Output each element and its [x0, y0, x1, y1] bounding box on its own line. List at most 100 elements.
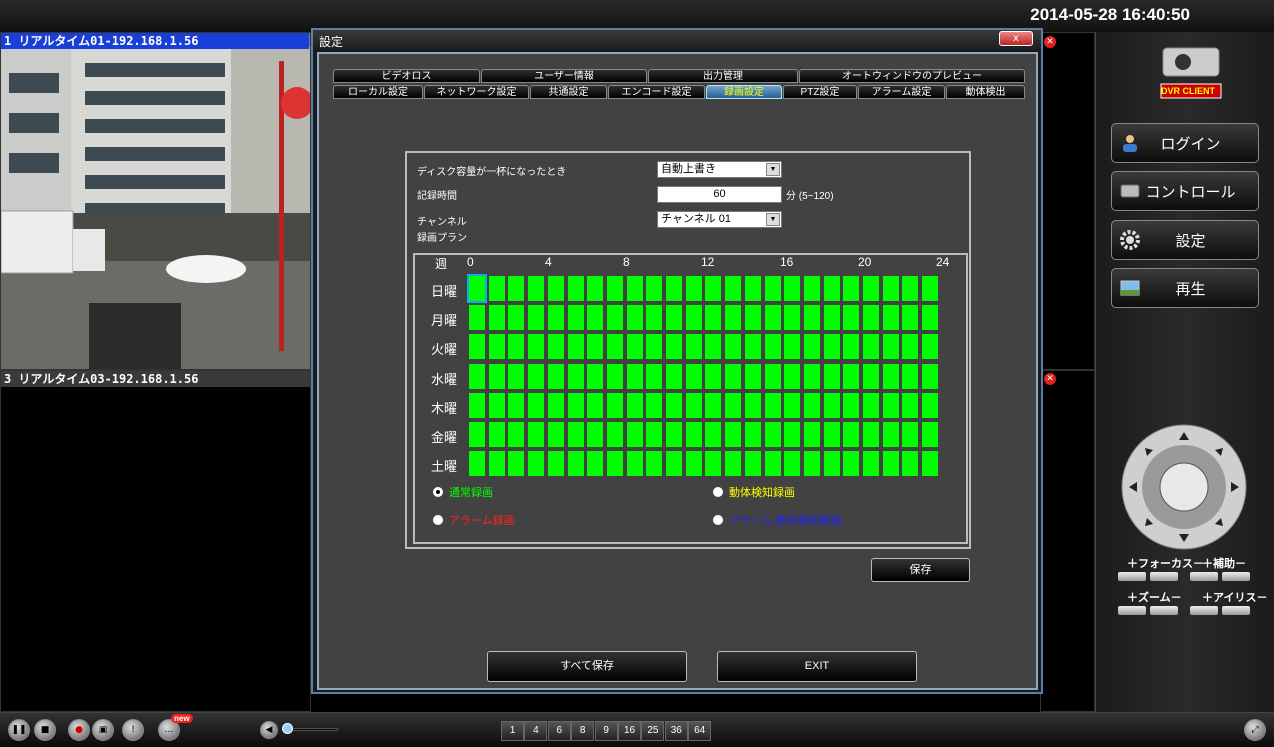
- schedule-cell[interactable]: [803, 305, 820, 331]
- schedule-cell[interactable]: [705, 451, 722, 477]
- schedule-cell[interactable]: [685, 334, 702, 360]
- focus-minus-button[interactable]: [1150, 572, 1178, 581]
- layout-button-25[interactable]: 25: [641, 721, 665, 741]
- schedule-cell[interactable]: [705, 392, 722, 418]
- radio-alarm-motion[interactable]: アラーム 動体検知録画: [713, 512, 842, 528]
- schedule-cell[interactable]: [784, 451, 801, 477]
- schedule-cell[interactable]: [685, 451, 702, 477]
- disk-full-select[interactable]: 自動上書き ▼: [657, 161, 782, 178]
- schedule-cell[interactable]: [725, 305, 742, 331]
- schedule-cell[interactable]: [469, 305, 485, 331]
- schedule-cell[interactable]: [547, 363, 564, 389]
- schedule-cell[interactable]: [567, 451, 584, 477]
- schedule-cell[interactable]: [725, 422, 742, 447]
- schedule-cell[interactable]: [744, 392, 761, 418]
- schedule-cell[interactable]: [902, 451, 919, 477]
- schedule-cell[interactable]: [784, 276, 801, 301]
- schedule-cell[interactable]: [587, 422, 604, 447]
- schedule-cell[interactable]: [803, 451, 820, 477]
- schedule-cell[interactable]: [547, 451, 564, 477]
- layout-button-1[interactable]: 1: [501, 721, 524, 741]
- schedule-cell[interactable]: [764, 334, 781, 360]
- schedule-cell[interactable]: [902, 334, 919, 360]
- schedule-cell[interactable]: [567, 422, 584, 447]
- tab-ptz[interactable]: PTZ設定: [783, 85, 857, 99]
- schedule-cell[interactable]: [646, 276, 663, 301]
- schedule-cell[interactable]: [803, 276, 820, 301]
- schedule-cell[interactable]: [528, 392, 545, 418]
- schedule-cell[interactable]: [863, 363, 879, 389]
- schedule-cell[interactable]: [528, 276, 545, 301]
- schedule-cell[interactable]: [764, 451, 781, 477]
- schedule-cell[interactable]: [843, 305, 860, 331]
- schedule-cell[interactable]: [705, 305, 722, 331]
- schedule-cell[interactable]: [803, 363, 820, 389]
- schedule-cell[interactable]: [863, 392, 879, 418]
- tab-encode[interactable]: エンコード設定: [608, 85, 705, 99]
- stop-icon[interactable]: ■: [34, 719, 56, 741]
- schedule-cell[interactable]: [823, 363, 840, 389]
- tab-recording[interactable]: 録画設定: [706, 85, 782, 99]
- schedule-cell[interactable]: [587, 451, 604, 477]
- save-all-button[interactable]: すべて保存: [487, 651, 687, 682]
- zoom-minus-button[interactable]: [1150, 606, 1178, 615]
- schedule-cell[interactable]: [764, 363, 781, 389]
- info-icon[interactable]: !: [122, 719, 144, 741]
- schedule-cell[interactable]: [646, 305, 663, 331]
- schedule-cell[interactable]: [803, 334, 820, 360]
- tab-user-info[interactable]: ユーザー情報: [481, 69, 647, 83]
- schedule-cell[interactable]: [902, 276, 919, 301]
- schedule-cell[interactable]: [922, 363, 939, 389]
- schedule-cell[interactable]: [488, 392, 505, 418]
- schedule-cell[interactable]: [744, 451, 761, 477]
- schedule-cell[interactable]: [508, 276, 525, 301]
- schedule-cell[interactable]: [547, 422, 564, 447]
- schedule-cell[interactable]: [685, 392, 702, 418]
- camera-view-2[interactable]: ✕: [1040, 32, 1095, 370]
- schedule-cell[interactable]: [902, 305, 919, 331]
- schedule-cell[interactable]: [606, 363, 623, 389]
- aux-plus-button[interactable]: [1190, 572, 1218, 581]
- record-icon[interactable]: ●: [68, 719, 90, 741]
- tab-motion[interactable]: 動体検出: [946, 85, 1025, 99]
- schedule-cell[interactable]: [508, 392, 525, 418]
- schedule-cell[interactable]: [469, 334, 485, 360]
- schedule-cell[interactable]: [606, 276, 623, 301]
- schedule-cell[interactable]: [863, 305, 879, 331]
- schedule-cell[interactable]: [922, 392, 939, 418]
- layout-button-9[interactable]: 9: [594, 721, 618, 741]
- schedule-cell[interactable]: [547, 392, 564, 418]
- schedule-cell[interactable]: [666, 392, 682, 418]
- schedule-cell[interactable]: [784, 334, 801, 360]
- schedule-cell[interactable]: [528, 422, 545, 447]
- schedule-cell[interactable]: [488, 363, 505, 389]
- focus-plus-button[interactable]: [1118, 572, 1146, 581]
- schedule-cell[interactable]: [803, 392, 820, 418]
- close-icon[interactable]: ✕: [1044, 373, 1056, 385]
- schedule-cell[interactable]: [922, 422, 939, 447]
- aux-minus-button[interactable]: [1222, 572, 1250, 581]
- schedule-cell[interactable]: [666, 451, 682, 477]
- schedule-cell[interactable]: [863, 422, 879, 447]
- schedule-cell[interactable]: [823, 422, 840, 447]
- schedule-cell[interactable]: [606, 305, 623, 331]
- radio-normal[interactable]: 通常録画: [433, 484, 493, 500]
- schedule-cell[interactable]: [469, 451, 485, 477]
- volume-slider-handle[interactable]: [282, 723, 293, 734]
- schedule-cell[interactable]: [606, 451, 623, 477]
- schedule-cell[interactable]: [488, 334, 505, 360]
- tab-auto-preview[interactable]: オートウィンドウのプレビュー: [799, 69, 1025, 83]
- schedule-cell[interactable]: [646, 392, 663, 418]
- schedule-cell[interactable]: [528, 363, 545, 389]
- schedule-cell[interactable]: [744, 334, 761, 360]
- schedule-cell[interactable]: [922, 276, 939, 301]
- schedule-cell[interactable]: [843, 334, 860, 360]
- iris-plus-button[interactable]: [1190, 606, 1218, 615]
- schedule-cell[interactable]: [685, 276, 702, 301]
- schedule-cell[interactable]: [626, 276, 643, 301]
- schedule-cell[interactable]: [902, 422, 919, 447]
- schedule-cell[interactable]: [882, 305, 899, 331]
- schedule-cell[interactable]: [784, 422, 801, 447]
- schedule-cell[interactable]: [744, 422, 761, 447]
- schedule-cell[interactable]: [764, 392, 781, 418]
